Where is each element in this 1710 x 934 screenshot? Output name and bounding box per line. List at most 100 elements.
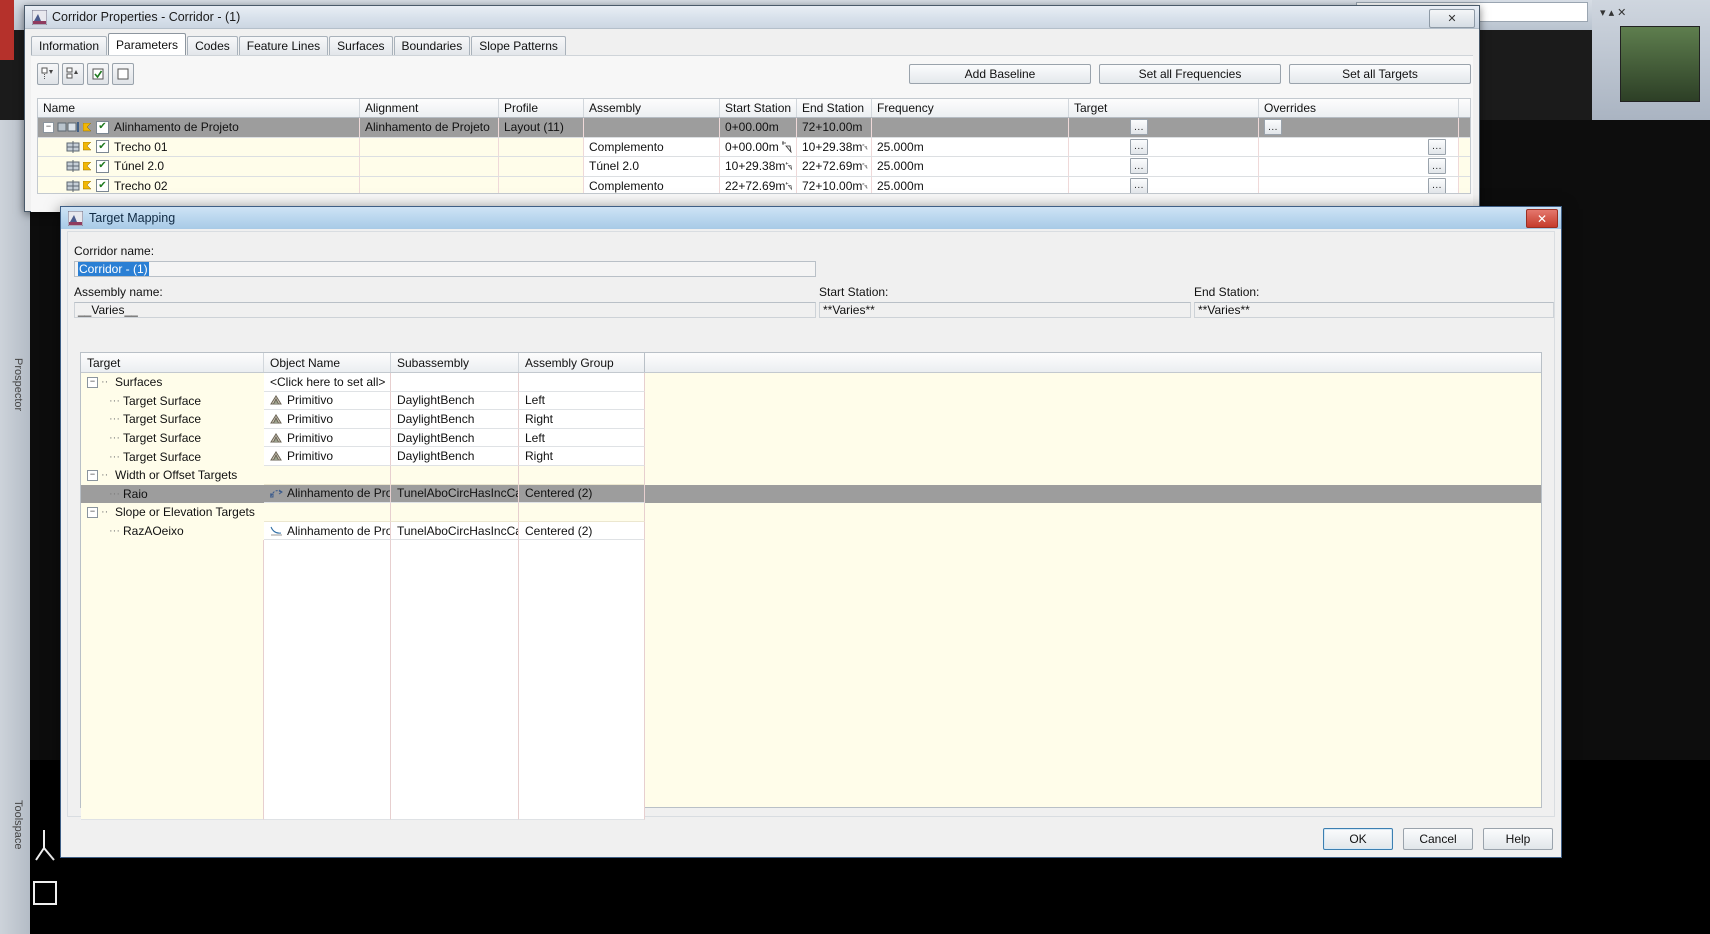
prospector-tab-label[interactable]: Prospector xyxy=(2,330,24,440)
column-header-target[interactable]: Target xyxy=(81,353,264,372)
cell-profile[interactable] xyxy=(499,157,584,176)
cell-profile[interactable] xyxy=(499,176,584,193)
collapse-all-icon[interactable] xyxy=(37,63,59,85)
table-row[interactable]: ··· Raio Alinhamento de Pro... TunelAboC… xyxy=(81,484,1541,504)
column-header-start-station[interactable]: Start Station xyxy=(720,99,797,117)
cell-end-station[interactable]: 22+72.69m xyxy=(797,157,872,176)
cell-object-name[interactable]: Alinhamento de Pro... xyxy=(264,521,391,541)
row-checkbox[interactable]: ✔ xyxy=(96,179,109,193)
cell-alignment[interactable] xyxy=(360,157,499,176)
table-row[interactable]: ··· Target Surface Primitivo DaylightBen… xyxy=(81,447,1541,466)
cell-target[interactable]: ... xyxy=(1069,157,1259,176)
target-picker-button[interactable]: ... xyxy=(1130,138,1148,155)
table-row[interactable]: ··· Target Surface Primitivo DaylightBen… xyxy=(81,428,1541,448)
cell-object-name[interactable]: Alinhamento de Pro... xyxy=(264,484,391,504)
cell-alignment[interactable] xyxy=(360,176,499,193)
column-header-profile[interactable]: Profile xyxy=(499,99,584,117)
cell-alignment[interactable] xyxy=(360,137,499,156)
cell-object-name[interactable] xyxy=(264,465,391,485)
set-all-targets-button[interactable]: Set all Targets xyxy=(1289,64,1471,84)
cell-assembly[interactable]: Complemento xyxy=(584,176,720,193)
cell-overrides[interactable]: ... xyxy=(1259,118,1459,137)
tab-feature-lines[interactable]: Feature Lines xyxy=(238,36,329,55)
row-checkbox[interactable]: ✔ xyxy=(96,140,109,154)
check-all-icon[interactable] xyxy=(87,63,109,85)
cell-frequency[interactable]: 25.000m xyxy=(872,176,1069,193)
tab-slope-patterns[interactable]: Slope Patterns xyxy=(471,36,566,55)
tree-expander[interactable]: − xyxy=(87,506,98,518)
cell-profile[interactable]: Layout (11) xyxy=(499,118,584,137)
column-header-subassembly[interactable]: Subassembly xyxy=(391,353,519,372)
cell-profile[interactable] xyxy=(499,137,584,156)
target-picker-button[interactable]: ... xyxy=(1130,177,1148,193)
table-row[interactable]: ✔ Túnel 2.0 Túnel 2.0 10+29.38m 22+72.69… xyxy=(38,157,1470,177)
cell-frequency[interactable]: 25.000m xyxy=(872,137,1069,156)
column-header-end-station[interactable]: End Station xyxy=(797,99,872,117)
cell-assembly[interactable]: Túnel 2.0 xyxy=(584,157,720,176)
cell-overrides[interactable]: ... xyxy=(1259,157,1459,176)
cell-start-station[interactable]: 22+72.69m xyxy=(720,176,797,193)
table-row[interactable]: − ·· Surfaces <Click here to set all> xyxy=(81,373,1541,392)
column-header-alignment[interactable]: Alignment xyxy=(360,99,499,117)
table-row[interactable]: − ✔ Alinhamento de Projeto Alinhamento d… xyxy=(38,118,1470,138)
column-header-target[interactable]: Target xyxy=(1069,99,1259,117)
cell-overrides[interactable]: ... xyxy=(1259,137,1459,156)
overrides-picker-button[interactable]: ... xyxy=(1428,158,1446,175)
corridor-properties-titlebar[interactable]: Corridor Properties - Corridor - (1) ✕ xyxy=(25,6,1479,29)
corridor-name-input[interactable]: Corridor - (1) xyxy=(74,261,816,277)
cell-object-name[interactable]: Primitivo xyxy=(264,391,391,411)
cell-end-station[interactable]: 72+10.00m xyxy=(797,176,872,193)
tab-boundaries[interactable]: Boundaries xyxy=(393,36,471,55)
tab-parameters[interactable]: Parameters xyxy=(108,33,187,55)
cell-end-station[interactable]: 10+29.38m xyxy=(797,137,872,156)
target-mapping-titlebar[interactable]: Target Mapping ✕ xyxy=(61,207,1561,229)
tree-expander[interactable]: − xyxy=(87,469,98,481)
close-icon[interactable]: ✕ xyxy=(1429,9,1475,28)
cell-alignment[interactable]: Alinhamento de Projeto xyxy=(360,118,499,137)
table-row[interactable]: ··· Target Surface Primitivo DaylightBen… xyxy=(81,410,1541,429)
ok-button[interactable]: OK xyxy=(1323,828,1393,850)
column-header-frequency[interactable]: Frequency xyxy=(872,99,1069,117)
toolspace-tab-label[interactable]: Toolspace xyxy=(2,765,24,885)
table-row[interactable]: − ·· Slope or Elevation Targets xyxy=(81,503,1541,522)
column-header-assembly[interactable]: Assembly xyxy=(584,99,720,117)
column-header-overrides[interactable]: Overrides xyxy=(1259,99,1459,117)
cell-assembly[interactable]: Complemento xyxy=(584,137,720,156)
cell-object-name[interactable]: Primitivo xyxy=(264,428,391,448)
tab-information[interactable]: Information xyxy=(31,36,108,55)
cell-start-station[interactable]: 10+29.38m xyxy=(720,157,797,176)
overrides-picker-button[interactable]: ... xyxy=(1428,138,1446,155)
cell-object-name[interactable]: <Click here to set all> xyxy=(264,373,391,392)
table-row[interactable]: ··· RazAOeixo Alinhamento de Pro... Tune… xyxy=(81,521,1541,541)
table-row[interactable]: ··· Target Surface Primitivo DaylightBen… xyxy=(81,391,1541,411)
overrides-picker-button[interactable]: ... xyxy=(1264,119,1282,136)
set-all-frequencies-button[interactable]: Set all Frequencies xyxy=(1099,64,1281,84)
row-checkbox[interactable]: ✔ xyxy=(96,159,109,173)
cell-object-name[interactable] xyxy=(264,503,391,522)
cell-overrides[interactable]: ... xyxy=(1259,176,1459,193)
table-row[interactable]: − ·· Width or Offset Targets xyxy=(81,465,1541,485)
cell-end-station[interactable]: 72+10.00m xyxy=(797,118,872,137)
cell-start-station[interactable]: 0+00.00m xyxy=(720,118,797,137)
cell-target[interactable]: ... xyxy=(1069,118,1259,137)
uncheck-all-icon[interactable] xyxy=(112,63,134,85)
cell-object-name[interactable]: Primitivo xyxy=(264,447,391,466)
tab-codes[interactable]: Codes xyxy=(187,36,238,55)
help-button[interactable]: Help xyxy=(1483,828,1553,850)
add-baseline-button[interactable]: Add Baseline xyxy=(909,64,1091,84)
cell-frequency[interactable] xyxy=(872,118,1069,137)
column-header-name[interactable]: Name xyxy=(38,99,360,117)
expand-all-icon[interactable] xyxy=(62,63,84,85)
cell-target[interactable]: ... xyxy=(1069,176,1259,193)
tree-expander[interactable]: − xyxy=(87,376,98,388)
tab-surfaces[interactable]: Surfaces xyxy=(329,36,393,55)
target-picker-button[interactable]: ... xyxy=(1130,158,1148,175)
column-header-object-name[interactable]: Object Name xyxy=(264,353,391,372)
cell-object-name[interactable]: Primitivo xyxy=(264,410,391,429)
close-icon[interactable]: ✕ xyxy=(1526,209,1558,228)
cell-assembly[interactable] xyxy=(584,118,720,137)
target-picker-button[interactable]: ... xyxy=(1130,119,1148,136)
cell-start-station[interactable]: 0+00.00m xyxy=(720,137,797,156)
cell-target[interactable]: ... xyxy=(1069,137,1259,156)
cancel-button[interactable]: Cancel xyxy=(1403,828,1473,850)
